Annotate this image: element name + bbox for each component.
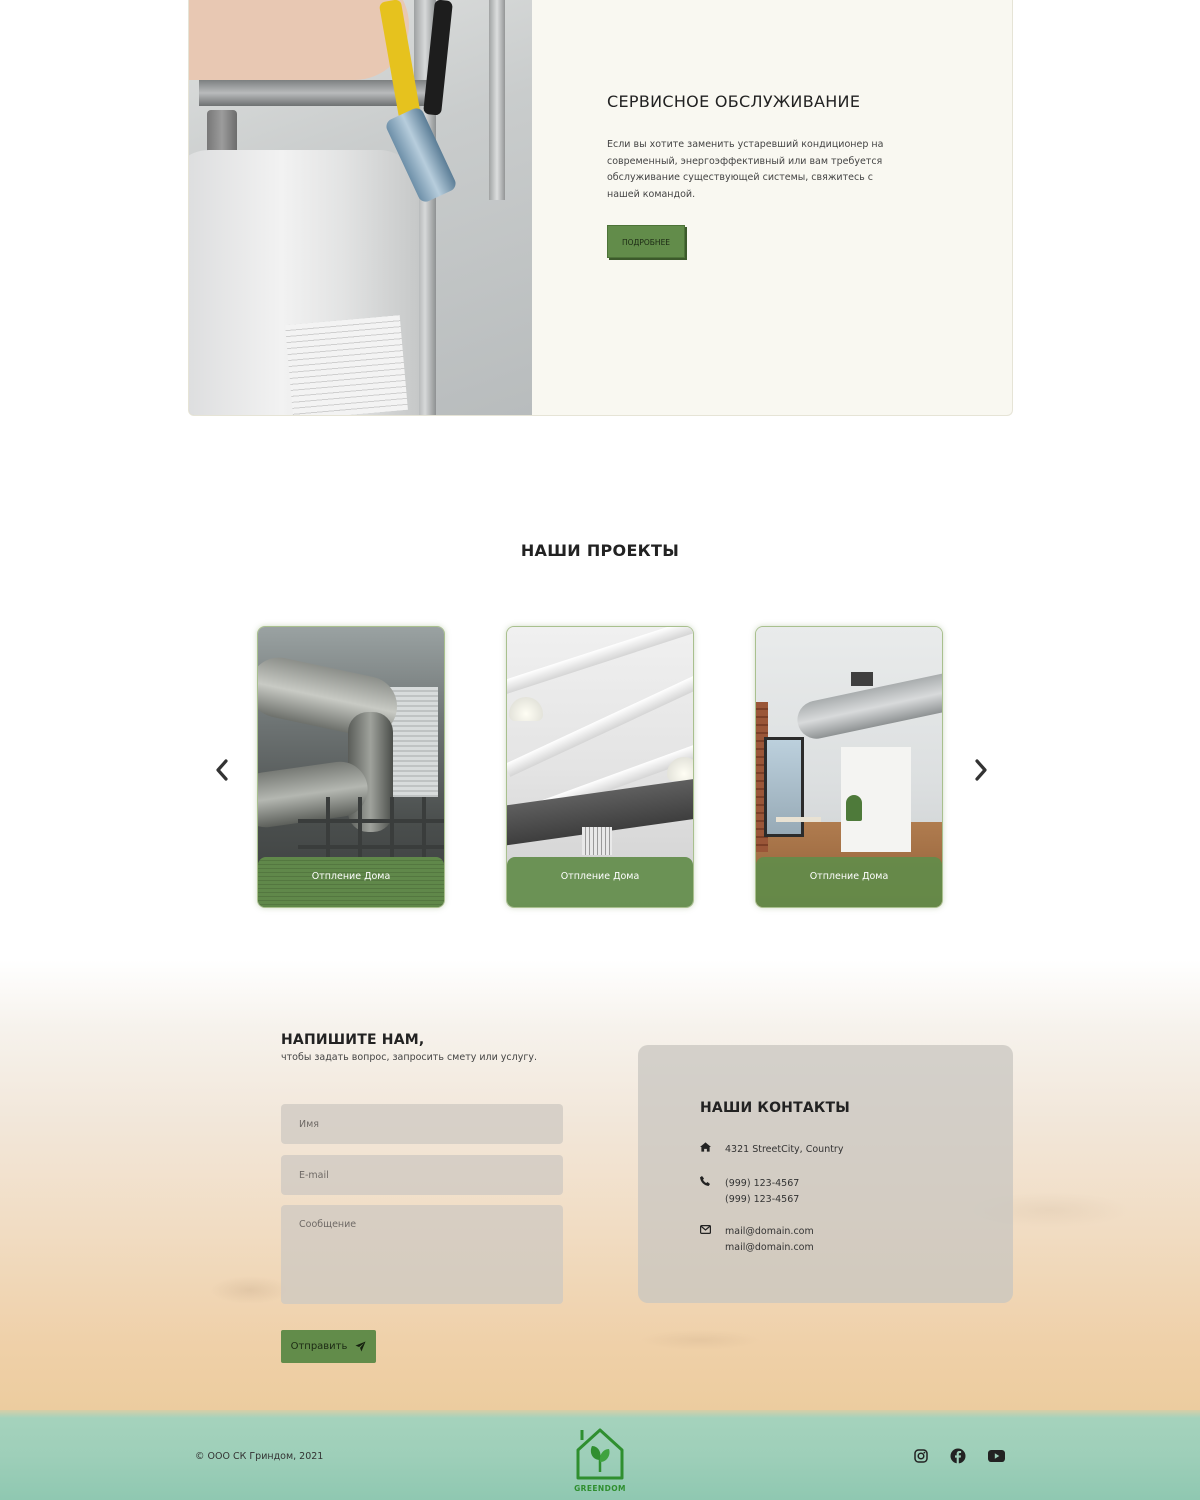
email-2[interactable]: mail@domain.com — [725, 1240, 814, 1256]
facebook-icon — [950, 1448, 966, 1464]
contact-form-subtitle: чтобы задать вопрос, запросить смету или… — [281, 1052, 537, 1063]
photo-hand — [189, 0, 409, 80]
email-input[interactable] — [281, 1155, 563, 1195]
youtube-icon — [987, 1450, 1005, 1462]
service-title: СЕРВИСНОЕ ОБСЛУЖИВАНИЕ — [607, 92, 861, 111]
logo-text: GREENDOM — [574, 1484, 626, 1493]
service-text-block: СЕРВИСНОЕ ОБСЛУЖИВАНИЕ Если вы хотите за… — [607, 92, 907, 258]
more-button[interactable]: ПОДРОБНЕЕ — [607, 225, 685, 258]
instagram-link[interactable] — [912, 1447, 930, 1465]
service-description: Если вы хотите заменить устаревший конди… — [607, 139, 884, 200]
copyright-text: © ООО СК Гриндом, 2021 — [195, 1451, 324, 1462]
address-text: 4321 StreetCity, Country — [725, 1144, 844, 1155]
instagram-icon — [914, 1449, 928, 1463]
paper-plane-icon — [355, 1341, 366, 1352]
projects-title: НАШИ ПРОЕКТЫ — [520, 541, 680, 560]
contact-form-title: НАПИШИТЕ НАМ, — [281, 1032, 425, 1048]
facebook-link[interactable] — [949, 1447, 967, 1465]
project-card[interactable]: Отпление Дома — [257, 626, 445, 908]
phone-icon — [700, 1176, 714, 1192]
contact-background — [0, 960, 1200, 1415]
photo-pipe — [489, 0, 505, 200]
chevron-right-icon — [975, 759, 987, 781]
house-leaf-icon — [576, 1428, 624, 1480]
project-card[interactable]: Отпление Дома — [755, 626, 943, 908]
youtube-link[interactable] — [987, 1447, 1005, 1465]
phone-2[interactable]: (999) 123-4567 — [725, 1192, 799, 1208]
email-1[interactable]: mail@domain.com — [725, 1224, 814, 1240]
project-caption: Отпление Дома — [756, 857, 942, 907]
project-caption: Отпление Дома — [507, 857, 693, 907]
photo-label — [285, 315, 408, 415]
name-input[interactable] — [281, 1104, 563, 1144]
phone-1[interactable]: (999) 123-4567 — [725, 1176, 799, 1192]
send-button-label: Отправить — [290, 1341, 348, 1352]
envelope-icon — [700, 1224, 714, 1240]
service-section: СЕРВИСНОЕ ОБСЛУЖИВАНИЕ Если вы хотите за… — [188, 0, 1013, 416]
footer: © ООО СК Гриндом, 2021 GREENDOM — [0, 1410, 1200, 1500]
send-button[interactable]: Отправить — [281, 1330, 376, 1363]
chevron-left-icon — [216, 759, 228, 781]
greendom-logo[interactable]: GREENDOM — [572, 1424, 628, 1496]
home-icon — [700, 1142, 714, 1158]
carousel-prev-button[interactable] — [207, 758, 237, 788]
project-card[interactable]: Отпление Дома — [506, 626, 694, 908]
contacts-title: НАШИ КОНТАКТЫ — [700, 1100, 850, 1116]
message-textarea[interactable] — [281, 1205, 563, 1304]
carousel-next-button[interactable] — [966, 758, 996, 788]
contacts-panel: НАШИ КОНТАКТЫ 4321 StreetCity, Country (… — [638, 1045, 1013, 1303]
service-photo — [189, 0, 532, 415]
project-caption: Отпление Дома — [258, 857, 444, 907]
